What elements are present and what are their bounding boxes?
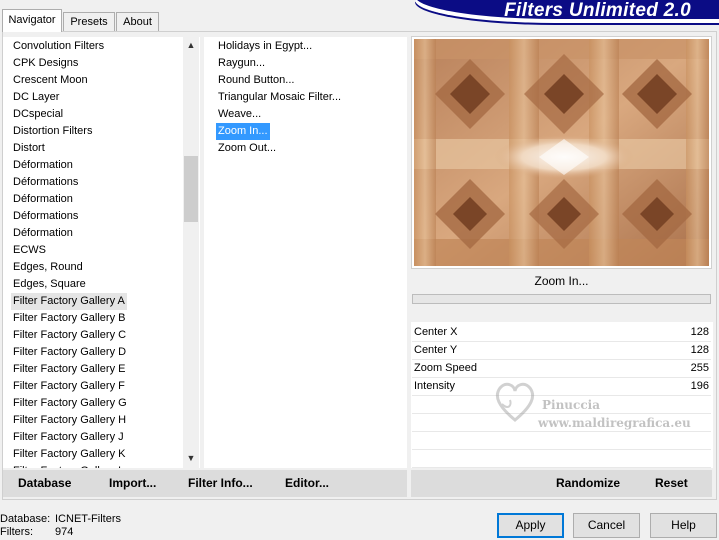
scroll-up-icon[interactable]: ▲ — [183, 37, 199, 54]
category-item[interactable]: Filter Factory Gallery E — [13, 361, 125, 378]
filter-item[interactable]: Zoom In... — [216, 123, 270, 140]
filter-item[interactable]: Weave... — [218, 106, 261, 123]
preview-caption-bar: Zoom In... — [411, 269, 712, 294]
category-item[interactable]: Filter Factory Gallery K — [13, 446, 125, 463]
category-item[interactable]: Filter Factory Gallery F — [13, 378, 125, 395]
category-list[interactable]: Convolution Filters CPK Designs Crescent M… — [3, 37, 200, 468]
category-item[interactable]: Edges, Square — [13, 276, 86, 293]
category-item[interactable]: Déformations — [13, 208, 78, 225]
category-item[interactable]: Filter Factory Gallery D — [13, 344, 126, 361]
category-item[interactable]: DCspecial — [13, 106, 63, 123]
category-scrollbar[interactable] — [183, 37, 199, 468]
filter-item[interactable]: Zoom Out... — [218, 140, 276, 157]
randomize-button[interactable]: Randomize — [556, 470, 620, 497]
category-item[interactable]: Déformation — [13, 157, 73, 174]
param-empty-row — [412, 432, 711, 450]
param-label: Zoom Speed — [414, 362, 477, 374]
category-item[interactable]: Déformation — [13, 191, 73, 208]
preview-filter-name: Zoom In... — [534, 274, 589, 288]
param-label: Center X — [414, 326, 458, 338]
filter-item[interactable]: Holidays in Egypt... — [218, 38, 312, 55]
watermark: Pinuccia www.maldiregrafica.eu — [490, 372, 710, 434]
filter-item[interactable]: Raygun... — [218, 55, 265, 72]
category-item[interactable]: Filter Factory Gallery G — [13, 395, 127, 412]
param-empty-row — [412, 450, 711, 468]
category-item[interactable]: Filter Factory Gallery A — [11, 293, 127, 310]
cancel-button[interactable]: Cancel — [573, 513, 640, 538]
category-item[interactable]: Filter Factory Gallery J — [13, 429, 124, 446]
category-item[interactable]: Filter Factory Gallery C — [13, 327, 126, 344]
param-row[interactable]: Center Y 128 — [412, 342, 711, 360]
banner-title: Filters Unlimited 2.0 — [504, 0, 691, 21]
apply-button[interactable]: Apply — [497, 513, 564, 538]
param-row[interactable]: Center X 128 — [412, 324, 711, 342]
watermark-heart-icon — [495, 382, 535, 422]
help-button[interactable]: Help — [650, 513, 717, 538]
tab-navigator[interactable]: Navigator — [2, 9, 62, 32]
category-scroll-thumb[interactable] — [184, 156, 198, 222]
status-filters-value: 974 — [55, 526, 74, 538]
param-value[interactable]: 128 — [691, 324, 709, 341]
category-item[interactable]: Filter Factory Gallery L — [13, 463, 124, 468]
category-item[interactable]: Distortion Filters — [13, 123, 92, 140]
category-item[interactable]: Déformations — [13, 174, 78, 191]
category-item[interactable]: CPK Designs — [13, 55, 78, 72]
category-item[interactable]: Convolution Filters — [13, 38, 104, 55]
progress-bar — [412, 294, 711, 304]
category-item[interactable]: Déformation — [13, 225, 73, 242]
editor-button[interactable]: Editor... — [285, 470, 329, 497]
preview-frame — [411, 36, 712, 269]
param-label: Intensity — [414, 380, 455, 392]
category-item[interactable]: Distort — [13, 140, 45, 157]
filter-item[interactable]: Round Button... — [218, 72, 294, 89]
category-item[interactable]: Crescent Moon — [13, 72, 88, 89]
category-item[interactable]: Filter Factory Gallery B — [13, 310, 125, 327]
status-database-label: Database: — [0, 513, 51, 525]
preview-image — [414, 39, 709, 266]
filter-info-button[interactable]: Filter Info... — [188, 470, 253, 497]
tab-presets[interactable]: Presets — [63, 12, 115, 31]
watermark-line2: www.maldiregrafica.eu — [538, 416, 691, 430]
param-value[interactable]: 128 — [691, 342, 709, 359]
category-item[interactable]: ECWS — [13, 242, 46, 259]
reset-button[interactable]: Reset — [655, 470, 688, 497]
import-button[interactable]: Import... — [109, 470, 156, 497]
filter-item[interactable]: Triangular Mosaic Filter... — [218, 89, 341, 106]
filter-list[interactable]: Holidays in Egypt... Raygun... Round Butto… — [204, 37, 407, 468]
category-item[interactable]: DC Layer — [13, 89, 59, 106]
database-button[interactable]: Database — [18, 470, 71, 497]
status-database-value: ICNET-Filters — [55, 513, 121, 525]
watermark-line1: Pinuccia — [542, 398, 600, 412]
category-item[interactable]: Edges, Round — [13, 259, 83, 276]
status-filters-label: Filters: — [0, 526, 33, 538]
category-item[interactable]: Filter Factory Gallery H — [13, 412, 126, 429]
param-label: Center Y — [414, 344, 458, 356]
app-banner: Filters Unlimited 2.0 — [415, 0, 719, 23]
tab-about[interactable]: About — [116, 12, 159, 31]
scroll-down-icon[interactable]: ▼ — [183, 450, 199, 467]
